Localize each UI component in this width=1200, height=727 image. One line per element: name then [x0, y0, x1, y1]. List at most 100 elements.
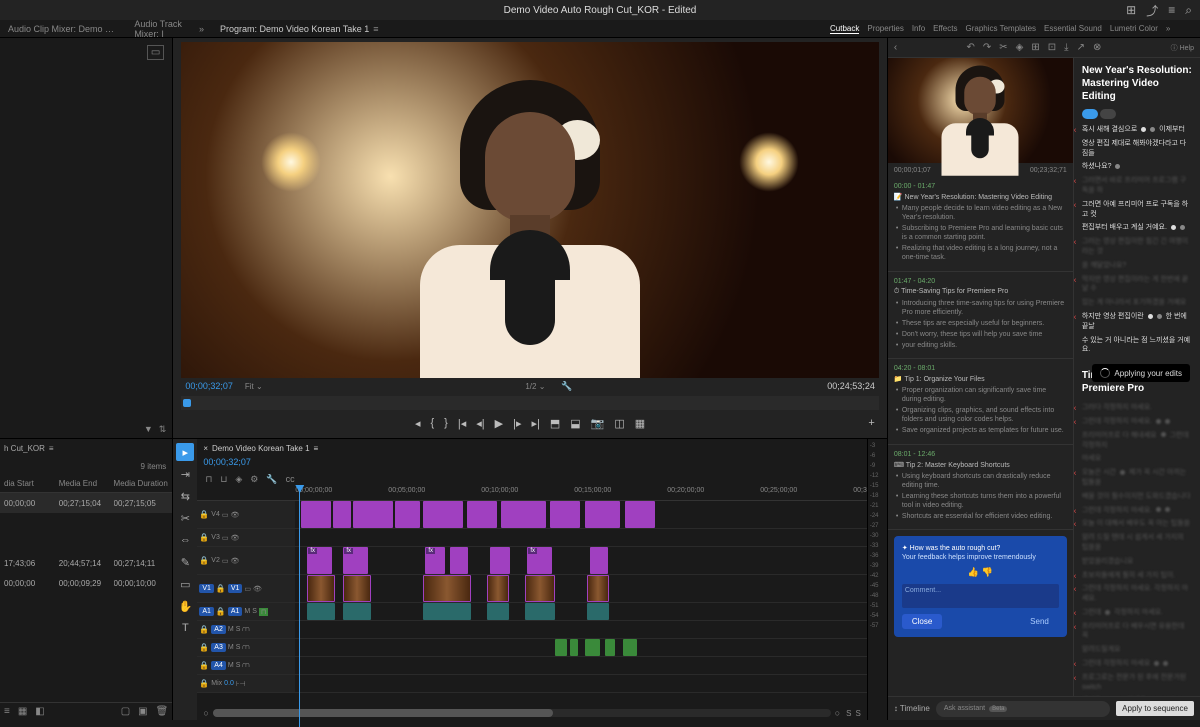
feedback-input[interactable]: Comment... [902, 584, 1059, 608]
button-editor-icon[interactable]: ▦ [635, 417, 645, 430]
razor-tool[interactable]: ✂ [176, 509, 194, 527]
link-icon[interactable]: ⊔ [218, 473, 229, 486]
search-icon[interactable]: ⌕ [1185, 3, 1192, 18]
slip-tool[interactable]: ⇔ [176, 531, 194, 549]
project-name[interactable]: h Cut_KOR [4, 444, 45, 453]
program-tab[interactable]: Program: Demo Video Korean Take 1 [216, 22, 373, 36]
track-a4[interactable]: 🔒A4MS⩋ [197, 657, 867, 675]
sequence-name[interactable]: Demo Video Korean Take 1 [212, 444, 310, 453]
transcript-line[interactable]: ×그러는 영상 편집이란 힘긴 긴 여행이라는 것 [1074, 235, 1200, 259]
timeline-toggle[interactable]: ↕ Timeline [894, 704, 930, 713]
tool-icon[interactable]: ✂ [999, 42, 1007, 53]
transcript-line[interactable]: ×그런데 각정하지 마세요. [1074, 606, 1200, 620]
settings-icon[interactable]: ⚙ [248, 473, 260, 486]
transcript-line[interactable]: ×그런데 각정하지 마세요. [1074, 504, 1200, 518]
essential-sound-tab[interactable]: Essential Sound [1044, 24, 1102, 33]
track-v1[interactable]: V1🔒V1▭👁 [197, 575, 867, 603]
settings-icon[interactable]: 🔧 [561, 381, 572, 392]
segment[interactable]: 00:00 - 01:47 📝 New Year's Resolution: M… [888, 177, 1073, 272]
project-menu-icon[interactable]: ≡ [49, 444, 54, 453]
transcript-line[interactable]: 하셨나요? [1074, 160, 1200, 174]
project-row[interactable]: 17;43;0620;44;57;1400;27;14;11 [0, 553, 172, 573]
lift-icon[interactable]: ⬒ [550, 417, 560, 430]
step-forward-icon[interactable]: |▸ [513, 417, 521, 430]
segment[interactable]: 01:47 - 04:20 ⏱ Time-Saving Tips for Pre… [888, 272, 1073, 359]
transcript-line[interactable]: ×오늘은 시간 제가 꼭 시간 아끼는 팁들을 [1074, 466, 1200, 490]
close-tab-icon[interactable]: × [203, 444, 208, 453]
fit-dropdown[interactable]: Fit ⌄ [241, 382, 267, 391]
mini-preview[interactable] [888, 58, 1073, 163]
track-v4[interactable]: 🔒V4▭👁 [197, 501, 867, 529]
transcript-line[interactable]: 편집부터 배우고 계실 거예요. [1074, 221, 1200, 235]
transcript-line[interactable]: ×그러면 아예 프리미어 프로 구독을 하고 컷 [1074, 198, 1200, 222]
tab-menu-icon[interactable]: ≡ [373, 24, 378, 34]
track-mix[interactable]: 🔒Mix0.0⊦⊣ [197, 675, 867, 693]
lang-toggle[interactable] [1082, 109, 1098, 119]
seq-menu-icon[interactable]: ≡ [314, 444, 319, 453]
audio-clip-mixer-tab[interactable]: Audio Clip Mixer: Demo Video Korean Take… [4, 22, 122, 36]
menu-icon[interactable]: ≡ [1168, 3, 1175, 17]
mark-in-icon[interactable]: ◂ [415, 417, 421, 430]
project-row[interactable]: 00;00;0000;27;15;0400;27;15;05 [0, 493, 172, 513]
new-bin-icon[interactable]: ▢ [121, 706, 130, 717]
transcript-line[interactable]: ×하지만 영상 편집이란 한 번에 끝날 [1074, 310, 1200, 334]
add-button-icon[interactable]: + [868, 417, 874, 429]
cutback-tab[interactable]: Cutback [830, 24, 859, 34]
new-item-icon[interactable]: ▣ [138, 706, 147, 717]
transcript-line[interactable]: ×그러면서 바로 프리미어 프로그램 구독을 하 [1074, 174, 1200, 198]
wrench-icon[interactable]: 🔧 [264, 473, 279, 486]
transcript-line[interactable]: 배울 것이 필수이지먼 도와드겠습니다 [1074, 490, 1200, 504]
audio-track-mixer-tab[interactable]: Audio Track Mixer: I [130, 17, 187, 41]
export-frame-icon[interactable]: 📷 [591, 417, 605, 430]
project-row[interactable]: 00;00;0000;00;09;2900;00;10;00 [0, 573, 172, 593]
program-monitor-video[interactable] [181, 42, 879, 378]
ripple-tool[interactable]: ⇆ [176, 487, 194, 505]
thumbs-up-icon[interactable]: 👍 [968, 567, 979, 577]
transcript-line[interactable]: ×초보자들에게 필히 세 가지 팁이. [1074, 569, 1200, 583]
properties-tab[interactable]: Properties [867, 24, 903, 33]
track-a2[interactable]: 🔒A2MS⩋ [197, 621, 867, 639]
snap-icon[interactable]: ⊓ [203, 473, 214, 486]
timeline-timecode[interactable]: 00;00;32;07 [197, 457, 867, 471]
resolution-dropdown[interactable]: 1/2 ⌄ [521, 382, 549, 391]
transcript-line[interactable]: ×그런데 각정하지 마세요 [1074, 657, 1200, 671]
undo-icon[interactable]: ↶ [966, 42, 974, 53]
transcript-line[interactable]: 영상 편집 제대로 해봐야겠다라고 다짐들 [1074, 137, 1200, 161]
tool-icon[interactable]: ⊡ [1048, 42, 1056, 53]
type-tool[interactable]: T [176, 619, 194, 637]
effects-tab[interactable]: Effects [933, 24, 957, 33]
tool-icon[interactable]: ◈ [1016, 42, 1024, 53]
close-button[interactable]: Close [902, 614, 942, 629]
transcript-line[interactable]: ×막지만 영상 편집이라는 게 한번에 끝날 수 [1074, 273, 1200, 297]
step-back-icon[interactable]: ◂| [476, 417, 484, 430]
help-link[interactable]: ⓘ Help [1171, 43, 1194, 53]
info-tab[interactable]: Info [912, 24, 925, 33]
track-v3[interactable]: 🔒V3▭👁 [197, 529, 867, 547]
transcript-line[interactable]: ×프리미어프로 다 배우시면 유용한데 꼭 [1074, 620, 1200, 644]
mark-out-icon[interactable]: { [430, 417, 434, 429]
transcript-line[interactable]: 받았을리겠습니요 [1074, 555, 1200, 569]
tab-overflow-icon[interactable]: » [195, 22, 208, 36]
lang-toggle[interactable] [1100, 109, 1116, 119]
comparison-icon[interactable]: ◫ [614, 417, 624, 430]
playhead[interactable] [299, 487, 300, 727]
pen-tool[interactable]: ✎ [176, 553, 194, 571]
track-select-tool[interactable]: ⇥ [176, 465, 194, 483]
trash-icon[interactable]: 🗑 [156, 706, 169, 717]
transcript-line[interactable]: 수 있는 거 아니라는 점 느끼셨을 거예요. [1074, 334, 1200, 358]
back-icon[interactable]: ‹ [894, 42, 897, 53]
view-freeform-icon[interactable]: ◧ [35, 706, 44, 717]
tool-icon[interactable]: ↗ [1077, 42, 1085, 53]
cc-icon[interactable]: cc [284, 473, 297, 485]
extract-icon[interactable]: ⬓ [570, 417, 580, 430]
thumbs-down-icon[interactable]: 👎 [982, 567, 993, 577]
lumetri-tab[interactable]: Lumetri Color [1110, 24, 1158, 33]
transcript-line[interactable]: ×오늘 이 대해서 배우도 꼭 아는 팁들을 [1074, 517, 1200, 531]
marker-icon[interactable]: ◈ [233, 473, 244, 486]
transcript-line[interactable]: ×그러다 각정하지 마세요. [1074, 401, 1200, 415]
go-to-in-icon[interactable]: |◂ [458, 417, 466, 430]
transcript-line[interactable]: 프리미어프로 다 해내세요 그런데 각정하지 [1074, 429, 1200, 453]
segment[interactable]: 08:01 - 12:46 ⌨ Tip 2: Master Keyboard S… [888, 445, 1073, 530]
filter-icon[interactable]: ▼ [144, 424, 153, 434]
timecode-in[interactable]: 00;00;32;07 [185, 381, 233, 391]
